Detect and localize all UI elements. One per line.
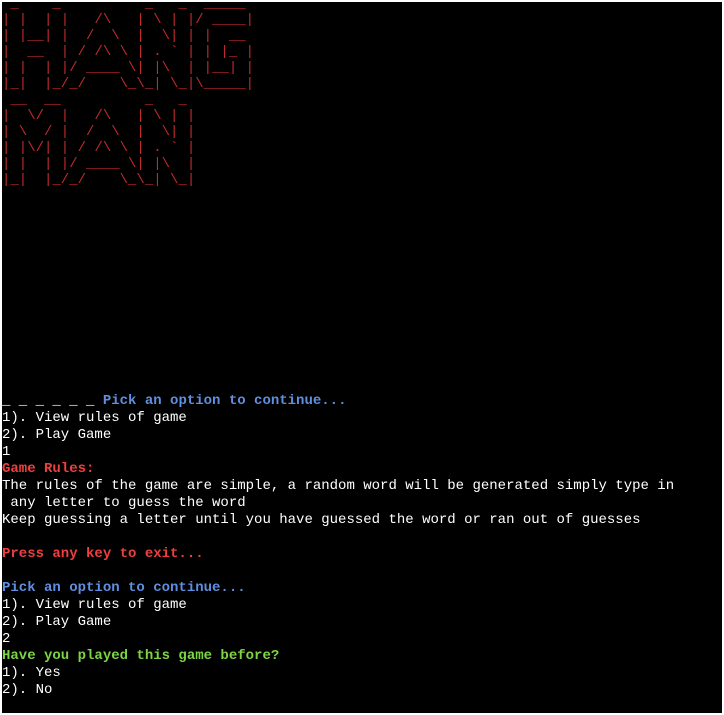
hangman-ascii-banner: _ _ _ _ _____ | | | | /\ | \ | |/ ____| … — [2, 2, 255, 188]
exit-prompt: Press any key to exit... — [2, 546, 204, 562]
menu-option-view-rules: 1). View rules of game — [2, 410, 187, 426]
rules-text-line-2: any letter to guess the word — [2, 495, 246, 511]
word-blanks: _ _ _ _ _ _ — [2, 393, 103, 409]
game-rules-heading: Game Rules: — [2, 461, 95, 477]
menu-option-view-rules-2: 1). View rules of game — [2, 597, 187, 613]
pick-option-prompt: Pick an option to continue... — [102, 393, 347, 409]
rules-text-line-3: Keep guessing a letter until you have gu… — [2, 512, 641, 528]
menu-option-play-game: 2). Play Game — [2, 427, 112, 443]
user-input-2: 2 — [2, 631, 11, 647]
option-yes: 1). Yes — [2, 665, 61, 681]
user-input-1: 1 — [2, 444, 11, 460]
console-output: _ _ _ _ _ _ Pick an option to continue..… — [2, 393, 722, 699]
menu-option-play-game-2: 2). Play Game — [2, 614, 112, 630]
pick-option-prompt-2: Pick an option to continue... — [2, 580, 246, 596]
first-prompt-line: _ _ _ _ _ _ Pick an option to continue..… — [2, 393, 722, 410]
terminal-window[interactable]: _ _ _ _ _____ | | | | /\ | \ | |/ ____| … — [2, 2, 722, 713]
rules-text-line-1: The rules of the game are simple, a rand… — [2, 478, 675, 494]
played-before-question: Have you played this game before? — [2, 648, 280, 664]
option-no: 2). No — [2, 682, 53, 698]
